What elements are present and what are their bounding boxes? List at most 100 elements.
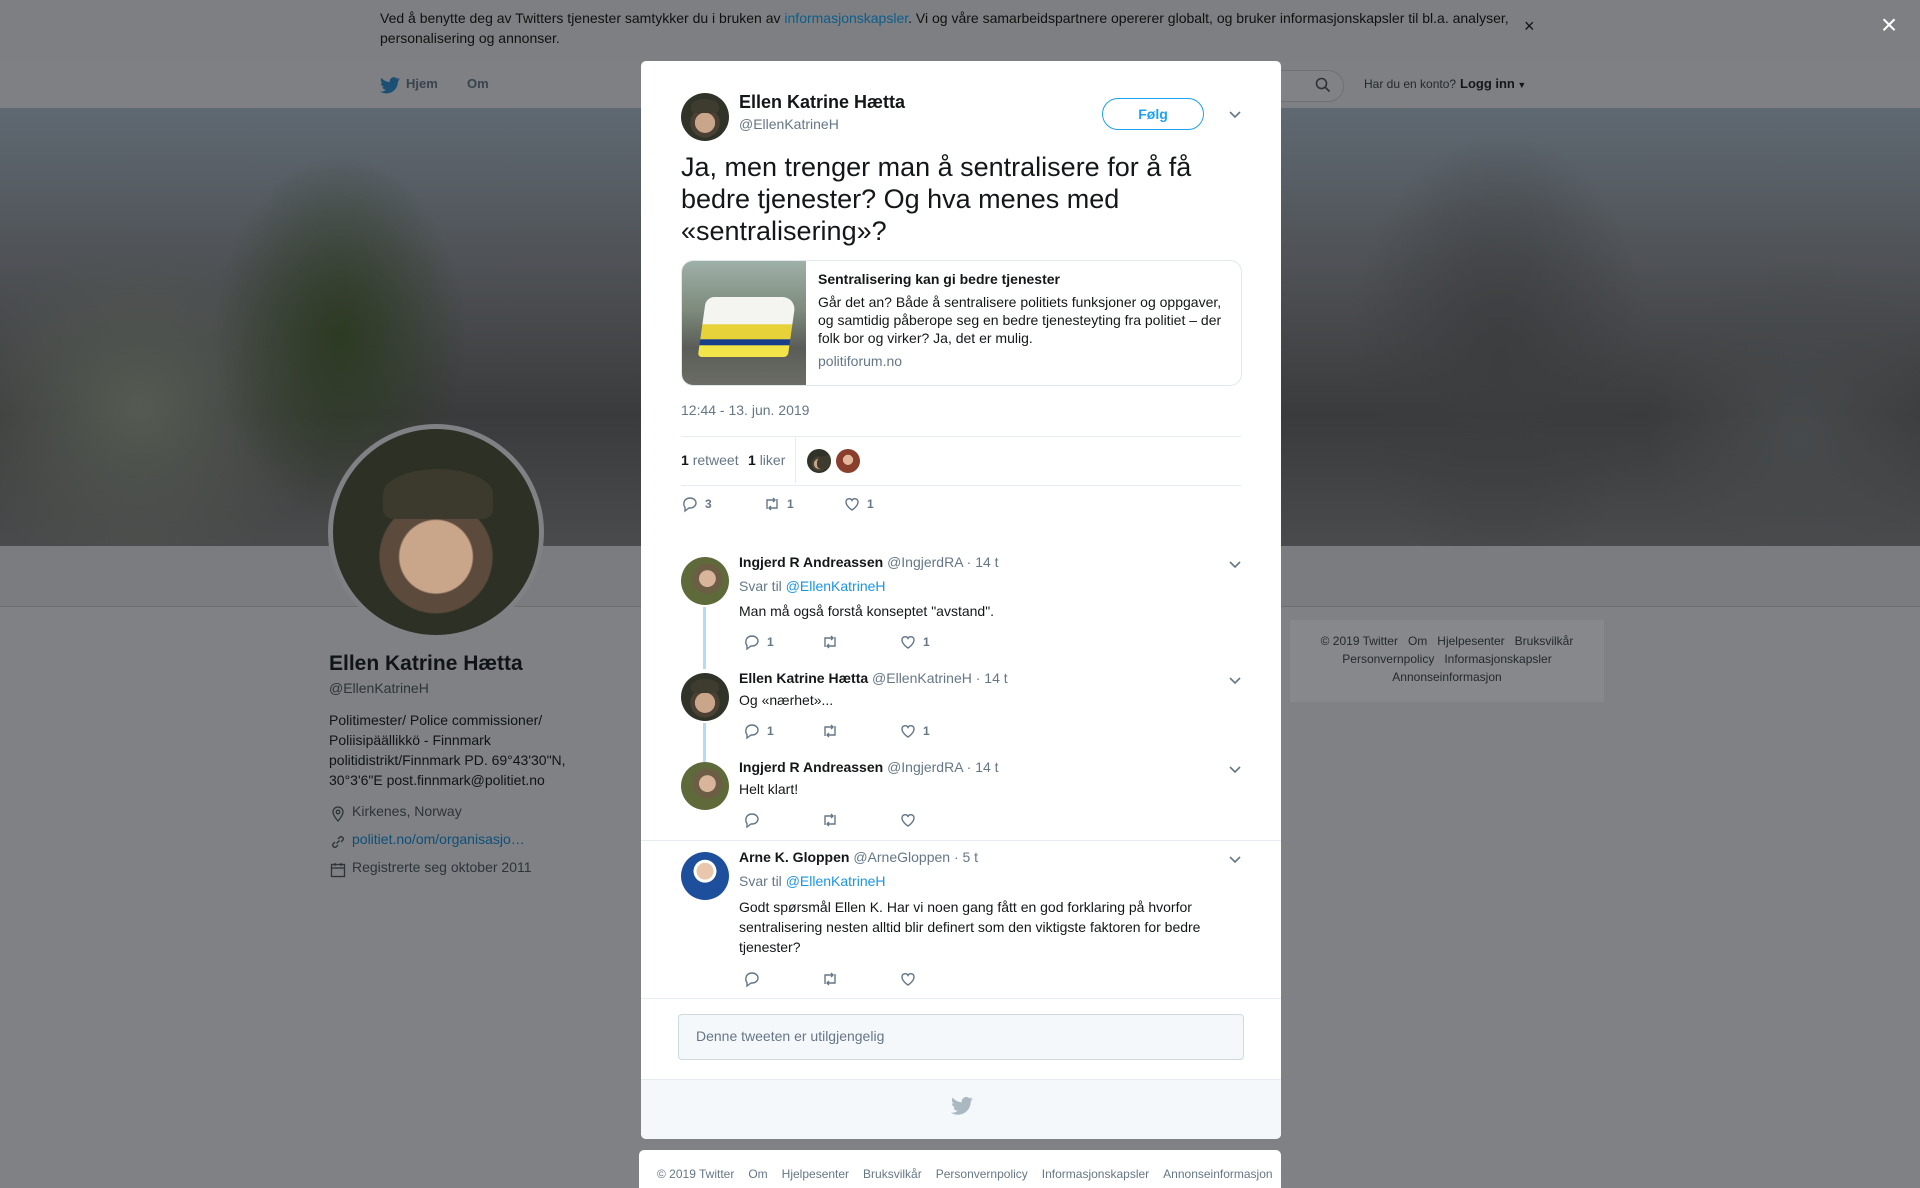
heart-icon	[901, 814, 915, 827]
reply-time[interactable]: · 5 t	[954, 849, 978, 865]
nav-about[interactable]: Om	[467, 76, 489, 91]
reply-time[interactable]: · 14 t	[976, 670, 1008, 686]
footer-help[interactable]: Hjelpesenter	[782, 1167, 849, 1181]
like-count: 1	[923, 635, 930, 649]
reply-header: Arne K. Gloppen @ArneGloppen · 5 t	[739, 849, 978, 865]
profile-location: Kirkenes, Norway	[352, 803, 462, 819]
reply-avatar[interactable]	[681, 852, 729, 900]
side-footer-about[interactable]: Om	[1408, 634, 1427, 648]
reply-actions: 1 1	[743, 722, 1043, 742]
link-card[interactable]: Sentralisering kan gi bedre tjenester Gå…	[681, 260, 1242, 386]
liker-avatar[interactable]	[836, 449, 860, 473]
thread-line	[703, 723, 706, 763]
reply-author-handle[interactable]: @EllenKatrineH	[872, 670, 972, 686]
profile-handle[interactable]: @EllenKatrineH	[329, 680, 429, 696]
reply-time[interactable]: · 14 t	[967, 759, 999, 775]
like-stat[interactable]: 1 liker	[748, 452, 785, 468]
unavailable-tweet-notice: Denne tweeten er utilgjengelig	[678, 1014, 1244, 1060]
footer-privacy[interactable]: Personvernpolicy	[936, 1167, 1028, 1181]
like-stat-label: liker	[759, 452, 786, 468]
chevron-down-icon[interactable]	[1228, 107, 1242, 121]
link-icon	[332, 836, 344, 848]
profile-joined: Registrerte seg oktober 2011	[352, 859, 532, 875]
like-button[interactable]: 1	[899, 633, 930, 651]
retweet-button[interactable]	[821, 633, 845, 651]
unavailable-text: Denne tweeten er utilgjengelig	[696, 1028, 885, 1044]
footer-ads-info[interactable]: Annonseinformasjon	[1163, 1167, 1272, 1181]
footer-about[interactable]: Om	[748, 1167, 767, 1181]
twitter-bird-icon[interactable]	[380, 77, 400, 94]
profile-avatar[interactable]	[328, 424, 544, 640]
tweet-timestamp[interactable]: 12:44 - 13. jun. 2019	[681, 402, 809, 418]
reply-time[interactable]: · 14 t	[967, 554, 999, 570]
chevron-down-icon[interactable]	[1228, 673, 1242, 687]
like-button[interactable]: 1	[843, 495, 874, 513]
reply-button[interactable]: 1	[743, 633, 774, 651]
card-title: Sentralisering kan gi bedre tjenester	[818, 271, 1060, 287]
profile-website-link[interactable]: politiet.no/om/organisasjo…	[352, 831, 525, 847]
cookie-close-button[interactable]: ×	[1524, 16, 1535, 37]
follow-button[interactable]: Følg	[1102, 98, 1204, 130]
like-button[interactable]: 1	[899, 722, 930, 740]
side-footer-help[interactable]: Hjelpesenter	[1437, 634, 1504, 648]
heart-icon	[901, 725, 915, 738]
reply-text: Godt spørsmål Ellen K. Har vi noen gang …	[739, 899, 1201, 955]
reply-author-name[interactable]: Ellen Katrine Hætta	[739, 670, 868, 686]
reply-button[interactable]: 1	[743, 722, 774, 740]
side-footer-terms[interactable]: Bruksvilkår	[1515, 634, 1574, 648]
retweet-button[interactable]: 1	[763, 495, 794, 513]
author-handle[interactable]: @EllenKatrineH	[739, 116, 839, 132]
reply-count: 1	[767, 724, 774, 738]
retweet-stat[interactable]: 1 retweet	[681, 452, 739, 468]
side-footer-cookies[interactable]: Informasjonskapsler	[1444, 652, 1551, 666]
retweet-icon	[824, 635, 836, 649]
chevron-down-icon[interactable]	[1228, 762, 1242, 776]
like-button[interactable]	[899, 970, 923, 988]
reply-author-name[interactable]: Ingjerd R Andreassen	[739, 554, 883, 570]
retweet-button[interactable]	[821, 722, 845, 740]
reply-avatar[interactable]	[681, 557, 729, 605]
reply-avatar[interactable]	[681, 673, 729, 721]
reply-to-link[interactable]: @EllenKatrineH	[786, 578, 886, 594]
tweet-actions: 3 1 1	[681, 495, 981, 515]
search-icon[interactable]	[1315, 77, 1331, 93]
side-footer-ads-info[interactable]: Annonseinformasjon	[1392, 670, 1501, 684]
footer-terms[interactable]: Bruksvilkår	[863, 1167, 922, 1181]
retweet-icon	[824, 972, 836, 986]
reply-author-handle[interactable]: @ArneGloppen	[853, 849, 950, 865]
overlay-close-button[interactable]: ×	[1874, 10, 1904, 40]
retweet-button[interactable]	[821, 811, 845, 829]
location-icon	[332, 806, 344, 822]
reply-author-name[interactable]: Arne K. Gloppen	[739, 849, 849, 865]
cookie-info-link[interactable]: informasjonskapsler	[784, 10, 908, 26]
like-button[interactable]	[899, 811, 923, 829]
retweet-icon	[824, 724, 836, 738]
reply-button[interactable]	[743, 970, 767, 988]
side-footer-privacy[interactable]: Personvernpolicy	[1342, 652, 1434, 666]
reply-author-handle[interactable]: @IngjerdRA	[887, 554, 963, 570]
reply-button[interactable]	[743, 811, 767, 829]
chevron-down-icon[interactable]	[1228, 557, 1242, 571]
profile-name[interactable]: Ellen Katrine Hætta	[329, 652, 523, 676]
login-link[interactable]: Logg inn ▼	[1460, 76, 1526, 91]
reply-to-link[interactable]: @EllenKatrineH	[786, 873, 886, 889]
nav-home[interactable]: Hjem	[406, 76, 438, 91]
reply-button[interactable]: 3	[681, 495, 712, 513]
reply-to-line: Svar til @EllenKatrineH	[739, 873, 886, 889]
like-stat-count: 1	[748, 452, 756, 468]
author-name[interactable]: Ellen Katrine Hætta	[739, 92, 905, 113]
retweet-icon	[766, 497, 778, 511]
reply-actions	[743, 811, 1043, 831]
reply-header: Ellen Katrine Hætta @EllenKatrineH · 14 …	[739, 670, 1008, 686]
reply-avatar[interactable]	[681, 762, 729, 810]
reply-author-name[interactable]: Ingjerd R Andreassen	[739, 759, 883, 775]
thread-line	[703, 607, 706, 669]
chevron-down-icon[interactable]	[1228, 852, 1242, 866]
retweeter-avatar[interactable]	[807, 449, 831, 473]
reply-icon	[683, 497, 697, 513]
retweet-button[interactable]	[821, 970, 845, 988]
reply-author-handle[interactable]: @IngjerdRA	[887, 759, 963, 775]
author-avatar[interactable]	[681, 93, 729, 141]
footer-cookies[interactable]: Informasjonskapsler	[1042, 1167, 1149, 1181]
account-prompt: Har du en konto?	[1364, 77, 1457, 91]
